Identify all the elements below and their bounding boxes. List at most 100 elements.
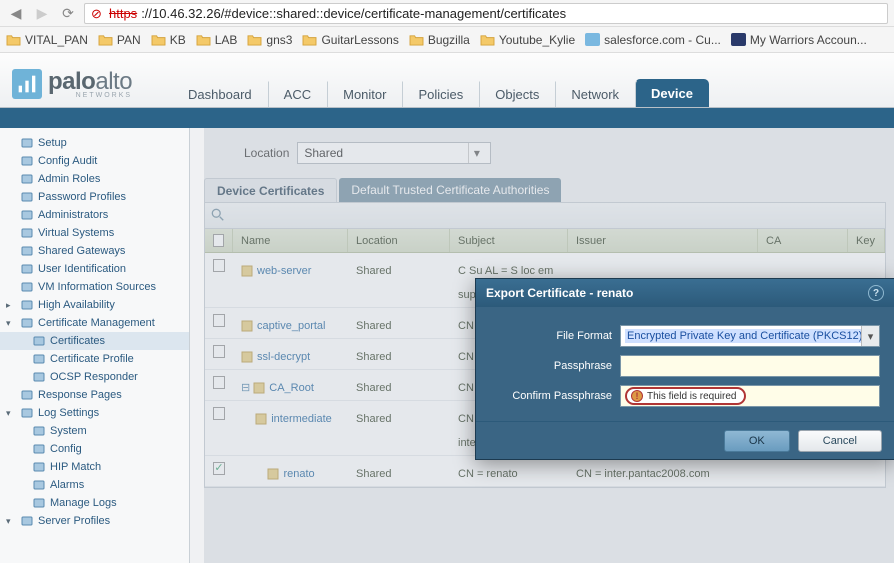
bookmark-item[interactable]: My Warriors Accoun... [731, 33, 867, 47]
grid-toolbar [205, 203, 885, 229]
logo-text: paloalto [48, 68, 132, 95]
app-header: paloalto NETWORKS DashboardACCMonitorPol… [0, 53, 894, 108]
forward-button[interactable]: ▶ [32, 3, 52, 23]
certificate-link[interactable]: intermediate [271, 413, 332, 425]
sidebar-item-system[interactable]: System [0, 422, 189, 440]
confirm-passphrase-label: Confirm Passphrase [490, 390, 620, 402]
certificate-link[interactable]: web-server [257, 265, 311, 277]
certificate-link[interactable]: renato [283, 468, 314, 480]
bookmark-item[interactable]: gns3 [247, 33, 292, 47]
sidebar-item-manage-logs[interactable]: Manage Logs [0, 494, 189, 512]
file-format-value: Encrypted Private Key and Certificate (P… [625, 329, 864, 343]
location-value: Shared [304, 146, 343, 160]
tab-monitor[interactable]: Monitor [327, 81, 402, 107]
grid-header-row: Name Location Subject Issuer CA Key [205, 229, 885, 253]
sidebar-item-response-pages[interactable]: Response Pages [0, 386, 189, 404]
sidebar-item-certificate-management[interactable]: ▾Certificate Management [0, 314, 189, 332]
bookmark-item[interactable]: PAN [98, 33, 141, 47]
sidebar-item-high-availability[interactable]: ▸High Availability [0, 296, 189, 314]
tab-dashboard[interactable]: Dashboard [172, 81, 268, 107]
help-icon[interactable]: ? [868, 285, 884, 301]
bookmark-item[interactable]: salesforce.com - Cu... [585, 33, 721, 47]
sub-header-bar [0, 108, 894, 128]
cancel-button[interactable]: Cancel [798, 430, 882, 452]
certificate-link[interactable]: CA_Root [269, 382, 314, 394]
tab-objects[interactable]: Objects [479, 81, 555, 107]
sidebar-item-shared-gateways[interactable]: Shared Gateways [0, 242, 189, 260]
bookmark-item[interactable]: VITAL_PAN [6, 33, 88, 47]
bookmark-item[interactable]: LAB [196, 33, 238, 47]
file-format-select[interactable]: Encrypted Private Key and Certificate (P… [620, 325, 880, 347]
sidebar-item-ocsp-responder[interactable]: OCSP Responder [0, 368, 189, 386]
dialog-titlebar[interactable]: Export Certificate - renato ? [476, 279, 894, 307]
passphrase-input[interactable] [620, 355, 880, 377]
sidebar-item-alarms[interactable]: Alarms [0, 476, 189, 494]
certificate-link[interactable]: captive_portal [257, 320, 326, 332]
table-row[interactable]: renatoSharedCN = renatoCN = inter.pantac… [205, 456, 885, 487]
url-path: ://10.46.32.26/#device::shared::device/c… [141, 6, 566, 21]
sidebar-item-user-identification[interactable]: User Identification [0, 260, 189, 278]
tab-policies[interactable]: Policies [402, 81, 479, 107]
sidebar-item-config-audit[interactable]: Config Audit [0, 152, 189, 170]
location-row: Location Shared ▾ [204, 142, 886, 164]
sidebar-item-password-profiles[interactable]: Password Profiles [0, 188, 189, 206]
row-checkbox[interactable] [213, 314, 225, 327]
tab-acc[interactable]: ACC [268, 81, 327, 107]
column-ca[interactable]: CA [758, 229, 848, 252]
sidebar-item-vm-information-sources[interactable]: VM Information Sources [0, 278, 189, 296]
url-scheme: https [109, 6, 137, 21]
main-tabs: DashboardACCMonitorPoliciesObjectsNetwor… [172, 75, 709, 107]
validation-error: ! This field is required [625, 387, 746, 405]
dialog-footer: OK Cancel [476, 421, 894, 459]
bookmark-item[interactable]: KB [151, 33, 186, 47]
row-checkbox[interactable] [213, 345, 225, 358]
sidebar-item-admin-roles[interactable]: Admin Roles [0, 170, 189, 188]
search-icon[interactable] [211, 208, 227, 224]
column-subject[interactable]: Subject [450, 229, 568, 252]
tab-device-certificates[interactable]: Device Certificates [204, 178, 337, 202]
passphrase-label: Passphrase [490, 360, 620, 372]
error-icon: ! [631, 390, 643, 402]
error-text: This field is required [647, 391, 736, 402]
sidebar-item-log-settings[interactable]: ▾Log Settings [0, 404, 189, 422]
column-key[interactable]: Key [848, 229, 885, 252]
confirm-passphrase-input[interactable]: ! This field is required [620, 385, 880, 407]
chevron-down-icon: ▾ [468, 143, 484, 163]
sidebar-item-virtual-systems[interactable]: Virtual Systems [0, 224, 189, 242]
column-name[interactable]: Name [233, 229, 348, 252]
ok-button[interactable]: OK [724, 430, 790, 452]
tab-network[interactable]: Network [555, 81, 635, 107]
bookmark-item[interactable]: Bugzilla [409, 33, 470, 47]
bookmark-item[interactable]: GuitarLessons [302, 33, 398, 47]
column-checkbox[interactable] [205, 229, 233, 252]
address-bar[interactable]: ⊘ https ://10.46.32.26/#device::shared::… [84, 3, 888, 24]
row-checkbox[interactable] [213, 376, 225, 389]
dialog-title: Export Certificate - renato [486, 286, 633, 300]
sidebar-item-certificate-profile[interactable]: Certificate Profile [0, 350, 189, 368]
certificate-tabs: Device Certificates Default Trusted Cert… [204, 178, 886, 202]
logo: paloalto NETWORKS [12, 68, 132, 99]
column-location[interactable]: Location [348, 229, 450, 252]
row-checkbox[interactable] [213, 462, 225, 475]
sidebar-item-config[interactable]: Config [0, 440, 189, 458]
file-format-label: File Format [490, 330, 620, 342]
row-checkbox[interactable] [213, 407, 225, 420]
bookmarks-bar: VITAL_PAN PAN KB LAB gns3 GuitarLessons Bugzil… [0, 27, 894, 53]
tab-device[interactable]: Device [635, 79, 709, 107]
sidebar-item-server-profiles[interactable]: ▾Server Profiles [0, 512, 189, 530]
back-button[interactable]: ◀ [6, 3, 26, 23]
sidebar-item-certificates[interactable]: Certificates [0, 332, 189, 350]
column-issuer[interactable]: Issuer [568, 229, 758, 252]
sidebar-item-administrators[interactable]: Administrators [0, 206, 189, 224]
sidebar-item-setup[interactable]: Setup [0, 134, 189, 152]
location-select[interactable]: Shared ▾ [297, 142, 491, 164]
tab-default-trusted-ca[interactable]: Default Trusted Certificate Authorities [339, 178, 561, 202]
certificate-link[interactable]: ssl-decrypt [257, 351, 310, 363]
reload-button[interactable]: ⟳ [58, 3, 78, 23]
dialog-body: File Format Encrypted Private Key and Ce… [476, 307, 894, 421]
sidebar-item-hip-match[interactable]: HIP Match [0, 458, 189, 476]
bookmark-item[interactable]: Youtube_Kylie [480, 33, 575, 47]
chevron-down-icon: ▾ [861, 326, 879, 346]
row-checkbox[interactable] [213, 259, 225, 272]
location-label: Location [244, 146, 289, 160]
